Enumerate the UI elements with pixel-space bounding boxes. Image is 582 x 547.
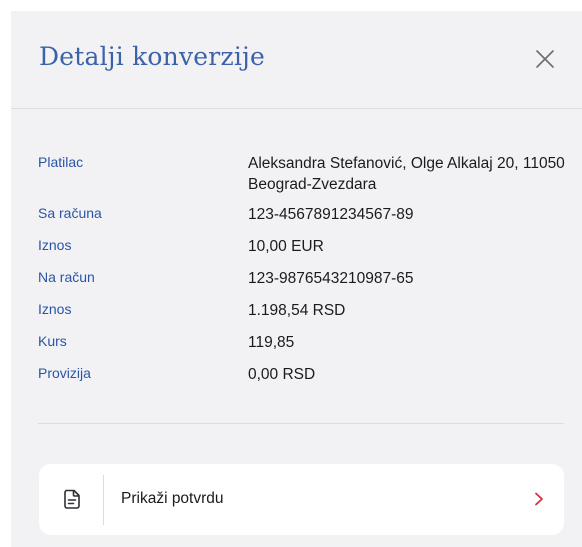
conversion-details-panel: Detalji konverzije Platilac Aleksandra S… (11, 11, 582, 547)
detail-label: Sa računa (38, 205, 102, 221)
detail-label: Iznos (38, 301, 72, 317)
detail-value: 123-9876543210987-65 (248, 270, 414, 287)
receipt-divider (103, 475, 104, 525)
page-title: Detalji konverzije (39, 42, 265, 71)
chevron-right-icon (535, 492, 543, 506)
detail-value: 1.198,54 RSD (248, 302, 346, 319)
divider (38, 423, 564, 424)
close-button[interactable] (533, 47, 557, 71)
detail-label: Iznos (38, 237, 72, 253)
detail-value: 119,85 (248, 334, 295, 351)
document-icon (64, 489, 80, 509)
detail-value: Aleksandra Stefanović, Olge Alkalaj 20, … (248, 155, 565, 193)
receipt-label: Prikaži potvrdu (121, 490, 224, 507)
detail-value: 0,00 RSD (248, 366, 316, 383)
close-icon (536, 50, 554, 68)
show-receipt-button[interactable]: Prikaži potvrdu (39, 464, 564, 535)
detail-label: Na račun (38, 269, 95, 285)
detail-label: Kurs (38, 333, 67, 349)
detail-label: Provizija (38, 365, 91, 381)
detail-value: 123-4567891234567-89 (248, 206, 414, 223)
panel-header: Detalji konverzije (11, 11, 582, 109)
detail-label: Platilac (38, 154, 84, 170)
detail-value: 10,00 EUR (248, 238, 324, 255)
